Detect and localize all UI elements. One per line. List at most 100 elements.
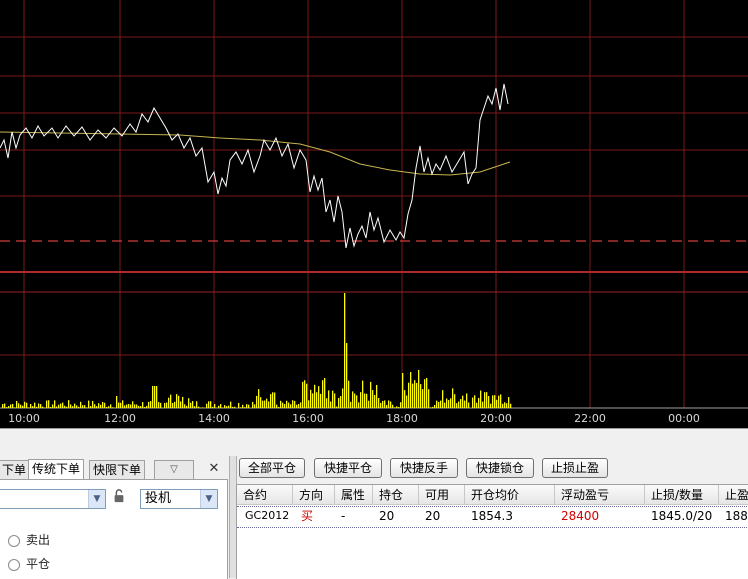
volume-bar: [312, 393, 313, 408]
volume-bar: [208, 401, 209, 408]
volume-bar: [492, 395, 493, 408]
volume-bar: [264, 401, 265, 408]
volume-bar: [368, 401, 369, 408]
column-header[interactable]: 可用: [419, 485, 465, 505]
volume-bar: [212, 407, 213, 408]
tab-traditional-order[interactable]: 传统下单: [28, 459, 84, 479]
column-header[interactable]: 属性: [335, 485, 373, 505]
column-header[interactable]: 持仓: [373, 485, 419, 505]
volume-bar: [296, 405, 297, 408]
chevron-down-icon[interactable]: ▼: [88, 490, 105, 508]
volume-bar: [248, 405, 249, 408]
volume-bar: [240, 407, 241, 408]
volume-bar: [298, 404, 299, 408]
volume-bar: [202, 407, 203, 408]
volume-bar: [344, 293, 345, 408]
volume-bar: [180, 401, 181, 408]
volume-bar: [92, 401, 93, 408]
close-all-button[interactable]: 全部平仓: [239, 458, 305, 478]
chevron-down-icon[interactable]: ▼: [200, 490, 217, 508]
column-header[interactable]: 合约: [237, 485, 293, 505]
volume-bar: [194, 406, 195, 408]
column-header[interactable]: 方向: [293, 485, 335, 505]
volume-bar: [408, 383, 409, 408]
volume-bar: [192, 401, 193, 408]
volume-bar: [472, 398, 473, 408]
volume-bar: [352, 391, 353, 408]
volume-bar: [478, 398, 479, 408]
volume-bar: [452, 388, 453, 408]
volume-bar: [500, 394, 501, 408]
volume-bar: [2, 404, 3, 408]
column-header[interactable]: 止损/数量: [645, 485, 719, 505]
volume-bar: [40, 404, 41, 408]
volume-bar: [124, 405, 125, 408]
volume-bar: [476, 403, 477, 408]
volume-bar: [164, 403, 165, 408]
radio-circle[interactable]: [8, 535, 20, 547]
volume-bar: [400, 402, 401, 408]
tab-scroll-button[interactable]: ▽: [154, 460, 194, 480]
column-header[interactable]: 止盈: [719, 485, 748, 505]
chevron-down-icon: ▽: [170, 464, 178, 475]
volume-bar: [322, 380, 323, 408]
quick-reverse-button[interactable]: 快捷反手: [390, 458, 458, 478]
volume-bar: [196, 401, 197, 408]
volume-bar: [376, 385, 377, 408]
close-icon[interactable]: ✕: [206, 461, 222, 477]
volume-bar: [122, 400, 123, 408]
volume-bar: [90, 406, 91, 408]
radio-circle[interactable]: [8, 559, 20, 571]
unlock-icon[interactable]: [112, 489, 126, 503]
volume-bar: [406, 396, 407, 408]
volume-bar: [158, 402, 159, 408]
volume-bar: [12, 404, 13, 408]
tab-order[interactable]: 下单: [0, 460, 30, 479]
hedge-type-select[interactable]: 投机 ▼: [140, 489, 218, 509]
volume-bar: [38, 404, 39, 408]
time-label: 18:00: [386, 412, 418, 425]
column-header[interactable]: 浮动盈亏: [555, 485, 645, 505]
volume-bar: [342, 388, 343, 408]
volume-bar: [220, 404, 221, 408]
volume-bar: [418, 370, 419, 408]
volume-bar: [46, 400, 47, 408]
volume-bar: [132, 401, 133, 408]
quick-close-button[interactable]: 快捷平仓: [314, 458, 382, 478]
volume-bar: [440, 401, 441, 408]
volume-bar: [374, 395, 375, 408]
volume-bar: [328, 390, 329, 408]
quick-lock-button[interactable]: 快捷锁仓: [466, 458, 534, 478]
button-label: 快捷锁仓: [476, 461, 524, 475]
volume-bar: [318, 386, 319, 408]
volume-bar: [66, 407, 67, 408]
time-label: 16:00: [292, 412, 324, 425]
volume-bar: [490, 404, 491, 408]
tab-quick-limit-order[interactable]: 快限下单: [89, 460, 145, 479]
volume-bar: [372, 390, 373, 408]
volume-bar: [134, 404, 135, 408]
volume-bar: [228, 406, 229, 408]
button-label: 快捷平仓: [324, 461, 372, 475]
column-header[interactable]: 开仓均价: [465, 485, 555, 505]
radio-sell[interactable]: 卖出: [8, 531, 50, 548]
volume-bar: [348, 381, 349, 408]
volume-bar: [458, 401, 459, 408]
volume-bar: [346, 343, 347, 408]
radio-close-position[interactable]: 平仓: [8, 555, 50, 572]
volume-bar: [398, 407, 399, 408]
volume-bar: [256, 396, 257, 408]
volume-bar: [466, 393, 467, 408]
cell-open-avg-price: 1854.3: [465, 506, 555, 526]
intraday-chart-panel[interactable]: 10:00 12:00 14:00 16:00 18:00 20:00 22:0…: [0, 0, 748, 428]
volume-bar: [22, 406, 23, 408]
volume-bar: [104, 403, 105, 408]
volume-bar: [274, 392, 275, 408]
volume-bar: [58, 405, 59, 408]
stop-loss-take-profit-button[interactable]: 止损止盈: [542, 458, 608, 478]
volume-bar: [426, 378, 427, 408]
volume-bar: [76, 405, 77, 408]
volume-bar: [146, 406, 147, 408]
volume-bar: [276, 405, 277, 408]
contract-combo[interactable]: ▼: [0, 489, 106, 509]
